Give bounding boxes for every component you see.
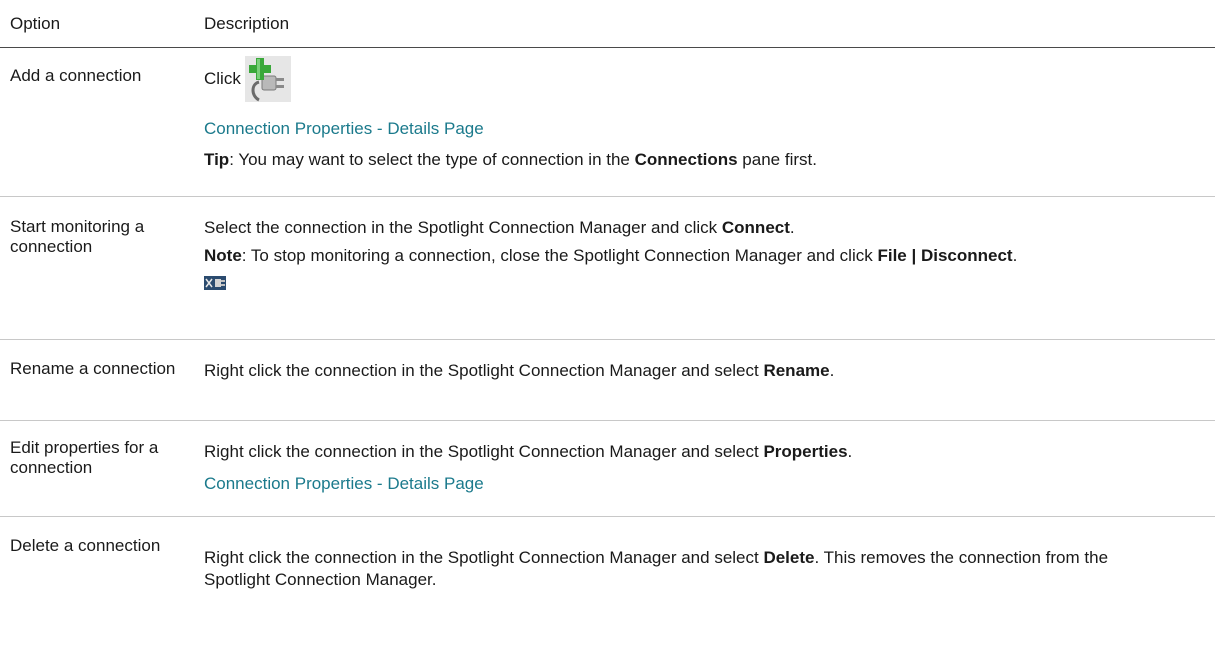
option-cell: Edit properties for a connection <box>10 438 159 477</box>
option-cell: Start monitoring a connection <box>10 217 145 256</box>
tip-text-2: pane first. <box>737 150 817 169</box>
note-end: . <box>1012 246 1018 265</box>
tip-text-1: : You may want to select the type of con… <box>229 150 635 169</box>
desc-text: Select the connection in the Spotlight C… <box>204 218 722 237</box>
desc-end: . <box>847 442 853 461</box>
tip-text: Tip: You may want to select the type of … <box>204 149 1215 171</box>
description-cell: Right click the connection in the Spotli… <box>204 340 1215 420</box>
table-row: Rename a connection Right click the conn… <box>0 340 1215 421</box>
option-cell: Rename a connection <box>10 359 176 378</box>
desc-end: . <box>829 361 835 380</box>
desc-text: Right click the connection in the Spotli… <box>204 361 764 380</box>
option-cell: Add a connection <box>10 66 142 85</box>
desc-connect: Connect <box>721 218 790 237</box>
details-page-link[interactable]: Connection Properties - Details Page <box>204 473 1215 495</box>
description-cell: Right click the connection in the Spotli… <box>204 517 1215 647</box>
table-header: Option Description <box>0 0 1215 48</box>
table-row: Delete a connection Right click the conn… <box>0 517 1215 647</box>
desc-delete: Delete <box>763 548 815 567</box>
header-description: Description <box>204 13 290 33</box>
details-page-link[interactable]: Connection Properties - Details Page <box>204 118 1215 140</box>
desc-properties: Properties <box>763 442 848 461</box>
option-cell: Delete a connection <box>10 536 161 555</box>
note-label: Note <box>204 246 242 265</box>
desc-rename: Rename <box>763 361 830 380</box>
desc-text: Right click the connection in the Spotli… <box>204 442 764 461</box>
note-file-disconnect: File | Disconnect <box>877 246 1013 265</box>
tip-label: Tip <box>204 150 230 169</box>
note-text: Note: To stop monitoring a connection, c… <box>204 245 1204 267</box>
table-row: Start monitoring a connection Select the… <box>0 197 1215 340</box>
note-body: : To stop monitoring a connection, close… <box>241 246 878 265</box>
description-cell: Click Connection Properties - Details Pa… <box>204 48 1215 196</box>
options-table: Option Description Add a connection Clic… <box>0 0 1215 647</box>
header-option: Option <box>10 13 61 33</box>
tip-connections: Connections <box>634 150 738 169</box>
click-label: Click <box>204 69 241 88</box>
description-cell: Right click the connection in the Spotli… <box>204 421 1215 516</box>
desc-text: Right click the connection in the Spotli… <box>204 548 764 567</box>
disconnect-icon[interactable] <box>204 274 226 290</box>
add-connection-icon[interactable] <box>244 56 291 102</box>
description-cell: Select the connection in the Spotlight C… <box>204 197 1215 339</box>
table-row: Edit properties for a connection Right c… <box>0 421 1215 517</box>
desc-end: . <box>789 218 795 237</box>
table-row: Add a connection Click Connection Proper… <box>0 48 1215 197</box>
monitor-text: Select the connection in the Spotlight C… <box>204 217 1215 239</box>
